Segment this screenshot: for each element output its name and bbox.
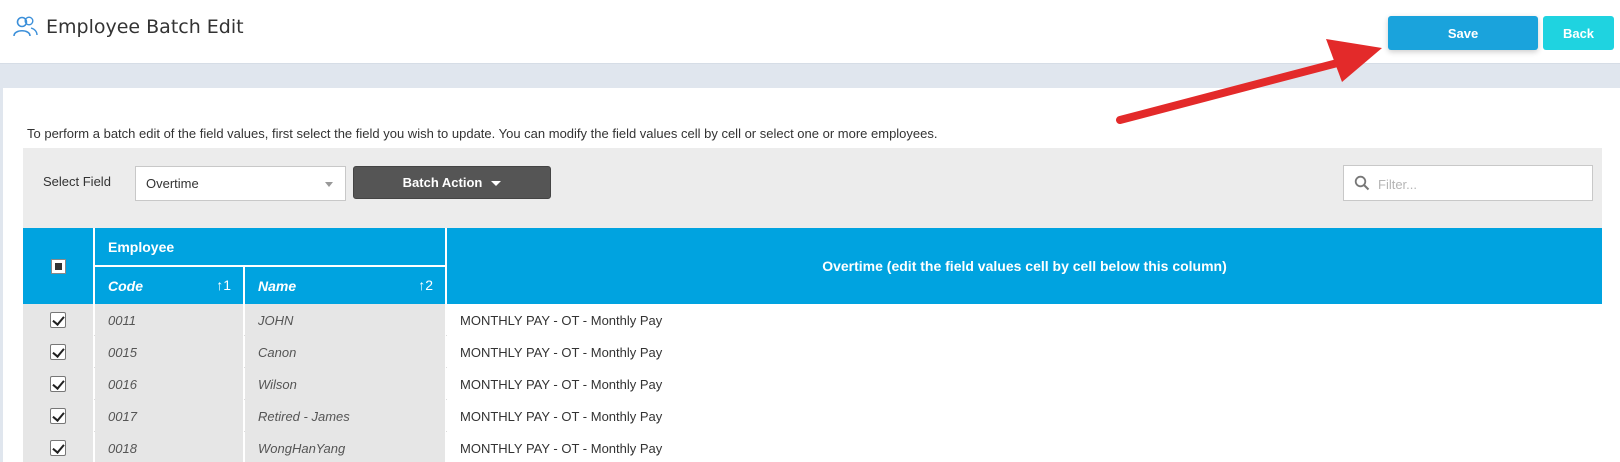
select-field-label: Select Field [43, 174, 111, 189]
top-bar: Employee Batch Edit Save Back [0, 0, 1620, 64]
save-button[interactable]: Save [1388, 16, 1538, 50]
field-select[interactable]: Overtime [135, 166, 346, 201]
overtime-cell[interactable]: MONTHLY PAY - OT - Monthly Pay [447, 432, 1602, 462]
page-header: Employee Batch Edit [12, 14, 244, 40]
users-icon [13, 16, 38, 37]
row-checkbox[interactable] [50, 312, 66, 328]
code-cell: 0016 [95, 368, 244, 400]
sort-asc-icon[interactable]: ↑2 [418, 277, 433, 293]
table-row: 0011 JOHN MONTHLY PAY - OT - Monthly Pay [23, 304, 1602, 336]
row-check-cell [23, 400, 94, 432]
row-checkbox[interactable] [50, 344, 66, 360]
name-column-label: Name [258, 278, 297, 294]
select-all-checkbox[interactable] [51, 259, 66, 274]
field-select-value: Overtime [146, 176, 199, 191]
caret-down-icon [491, 181, 502, 187]
name-cell: Wilson [245, 368, 446, 400]
code-cell: 0015 [95, 336, 244, 368]
sort-asc-icon[interactable]: ↑1 [216, 277, 231, 293]
table-row: 0016 Wilson MONTHLY PAY - OT - Monthly P… [23, 368, 1602, 400]
table-row: 0015 Canon MONTHLY PAY - OT - Monthly Pa… [23, 336, 1602, 368]
overtime-cell[interactable]: MONTHLY PAY - OT - Monthly Pay [447, 304, 1602, 336]
name-cell: WongHanYang [245, 432, 446, 462]
back-button[interactable]: Back [1543, 16, 1614, 50]
batch-action-button[interactable]: Batch Action [353, 166, 551, 199]
table-row: 0018 WongHanYang MONTHLY PAY - OT - Mont… [23, 432, 1602, 462]
code-cell: 0017 [95, 400, 244, 432]
batch-action-label: Batch Action [402, 175, 483, 190]
row-checkbox[interactable] [50, 440, 66, 456]
name-cell: Retired - James [245, 400, 446, 432]
instructions-text: To perform a batch edit of the field val… [27, 126, 938, 141]
name-cell: JOHN [245, 304, 446, 336]
name-cell: Canon [245, 336, 446, 368]
chevron-down-icon [325, 182, 333, 187]
row-checkbox[interactable] [50, 408, 66, 424]
employee-group-header: Employee [95, 228, 446, 266]
filter-box[interactable] [1343, 165, 1593, 201]
code-column-header[interactable]: Code ↑1 [95, 267, 244, 304]
table-row: 0017 Retired - James MONTHLY PAY - OT - … [23, 400, 1602, 432]
overtime-column-header: Overtime (edit the field values cell by … [447, 228, 1602, 304]
row-check-cell [23, 304, 94, 336]
overtime-cell[interactable]: MONTHLY PAY - OT - Monthly Pay [447, 368, 1602, 400]
page-title: Employee Batch Edit [46, 16, 244, 38]
row-checkbox[interactable] [50, 376, 66, 392]
code-column-label: Code [108, 278, 143, 294]
search-icon [1354, 175, 1370, 191]
select-all-header [23, 228, 94, 304]
name-column-header[interactable]: Name ↑2 [245, 267, 446, 304]
overtime-cell[interactable]: MONTHLY PAY - OT - Monthly Pay [447, 336, 1602, 368]
overtime-cell[interactable]: MONTHLY PAY - OT - Monthly Pay [447, 400, 1602, 432]
code-cell: 0018 [95, 432, 244, 462]
row-check-cell [23, 336, 94, 368]
row-check-cell [23, 368, 94, 400]
row-check-cell [23, 432, 94, 462]
filter-input[interactable] [1378, 174, 1578, 194]
code-cell: 0011 [95, 304, 244, 336]
